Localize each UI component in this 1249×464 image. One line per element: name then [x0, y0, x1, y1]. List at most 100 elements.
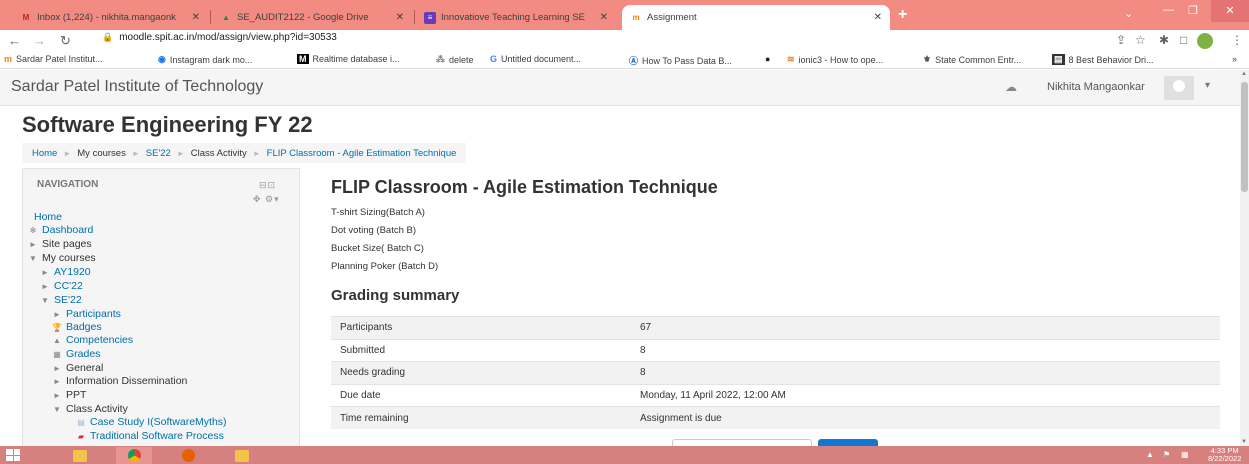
- tray-flag-icon[interactable]: ⚑: [1163, 450, 1170, 459]
- expand-arrow-icon: ►: [53, 363, 61, 373]
- scroll-down-icon[interactable]: ▼: [1241, 439, 1247, 445]
- bookmark-star-icon[interactable]: ☆: [1135, 33, 1146, 47]
- folder-icon: [235, 449, 249, 462]
- tab-google-drive[interactable]: ▲ SE_AUDIT2122 - Google Drive ✕: [212, 5, 412, 30]
- tab-teaching-learning[interactable]: ≡ Innovatiove Teaching Learning SE ✕: [416, 5, 616, 30]
- nav-site-pages[interactable]: ► Site pages: [27, 238, 92, 250]
- bookmark-item[interactable]: ⚜ State Common Entr...: [923, 54, 1021, 65]
- reload-icon[interactable]: ↻: [60, 33, 71, 49]
- close-icon[interactable]: ✕: [600, 12, 608, 23]
- scroll-up-icon[interactable]: ▲: [1241, 71, 1247, 77]
- site-header: Sardar Patel Institute of Technology ☁ N…: [0, 70, 1240, 106]
- back-icon[interactable]: ←: [8, 33, 21, 48]
- tray-chevron-icon[interactable]: ▲: [1146, 450, 1154, 459]
- taskbar-clock[interactable]: 4:33 PM 8/22/2022: [1208, 447, 1241, 463]
- site-name[interactable]: Sardar Patel Institute of Technology: [11, 78, 263, 96]
- bookmark-item[interactable]: m Sardar Patel Institut...: [4, 54, 103, 64]
- maximize-icon[interactable]: ❐: [1188, 4, 1198, 17]
- bookmark-item[interactable]: ●: [765, 54, 774, 64]
- profile-avatar-icon[interactable]: [1197, 33, 1213, 49]
- nav-class-activity[interactable]: ▼ Class Activity: [51, 403, 128, 415]
- start-tile: [13, 455, 20, 461]
- close-icon[interactable]: ✕: [192, 12, 200, 23]
- bookmark-item[interactable]: ≋ ionic3 - How to ope...: [787, 54, 883, 65]
- messages-icon[interactable]: ☁: [1005, 80, 1017, 94]
- breadcrumb-home[interactable]: Home: [32, 148, 57, 159]
- dashboard-icon: ✻: [29, 225, 37, 235]
- bookmark-label: Sardar Patel Institut...: [16, 54, 103, 64]
- forward-icon[interactable]: →: [33, 33, 46, 48]
- bookmark-item[interactable]: ⁂ delete: [436, 54, 474, 65]
- grade-button[interactable]: [818, 439, 878, 446]
- bookmark-item[interactable]: M Realtime database i...: [297, 54, 400, 64]
- taskbar-firefox[interactable]: [170, 447, 206, 464]
- breadcrumb-course[interactable]: SE'22: [146, 148, 171, 159]
- nav-my-courses[interactable]: ▼ My courses: [27, 252, 96, 264]
- nav-item-label: Participants: [66, 308, 121, 320]
- clock-date: 8/22/2022: [1208, 454, 1242, 463]
- file-explorer-icon: [73, 449, 87, 462]
- table-cell-value: 67: [631, 316, 1220, 339]
- nav-general[interactable]: ► General: [51, 362, 103, 374]
- nav-course-cc22[interactable]: ► CC'22: [39, 280, 83, 292]
- nav-badges[interactable]: 🏆 Badges: [51, 321, 102, 333]
- extensions-icon[interactable]: ✱: [1159, 33, 1169, 47]
- nav-course-se22[interactable]: ▼ SE'22: [39, 294, 82, 306]
- table-row: Time remaining Assignment is due: [331, 406, 1220, 429]
- nav-home[interactable]: Home: [34, 211, 62, 223]
- close-icon[interactable]: ✕: [396, 12, 404, 23]
- nav-item-label: PPT: [66, 389, 87, 401]
- side-panel-icon[interactable]: □: [1180, 33, 1187, 47]
- bookmarks-overflow-button[interactable]: »: [1232, 54, 1237, 64]
- intro-line: Planning Poker (Batch D): [331, 261, 439, 272]
- address-bar[interactable]: 🔒 moodle.spit.ac.in/mod/assign/view.php?…: [102, 32, 337, 43]
- close-icon[interactable]: ✕: [874, 12, 882, 23]
- table-cell-value: 8: [631, 361, 1220, 384]
- taskbar-chrome[interactable]: [116, 447, 152, 464]
- view-all-submissions-button[interactable]: [672, 439, 812, 446]
- nav-grades[interactable]: ▦ Grades: [51, 348, 100, 360]
- user-menu-caret-icon[interactable]: ▾: [1205, 80, 1210, 91]
- windows-start-icon[interactable]: [6, 449, 20, 461]
- tab-search-icon[interactable]: ⌄: [1124, 7, 1133, 20]
- nav-traditional-software-process[interactable]: ▰ Traditional Software Process: [75, 430, 224, 442]
- tray-network-icon[interactable]: ▦: [1181, 450, 1189, 459]
- breadcrumb: Home ► My courses ► SE'22 ► Class Activi…: [22, 143, 467, 163]
- breadcrumb-my-courses[interactable]: My courses: [77, 148, 126, 159]
- nav-ppt[interactable]: ► PPT: [51, 389, 86, 401]
- bookmark-label: ionic3 - How to ope...: [798, 54, 884, 65]
- tab-inbox[interactable]: M Inbox (1,224) - nikhita.mangaonk ✕: [12, 5, 208, 30]
- minimize-icon[interactable]: —: [1163, 4, 1174, 16]
- globe-icon: ◉: [158, 54, 166, 64]
- taskbar-folder[interactable]: [224, 447, 260, 464]
- nav-case-study[interactable]: ▤ Case Study I(SoftwareMyths): [75, 416, 226, 428]
- share-icon[interactable]: ⇪: [1116, 33, 1126, 47]
- user-name[interactable]: Nikhita Mangaonkar: [1047, 81, 1145, 93]
- taskbar-file-explorer[interactable]: [62, 447, 98, 464]
- dock-block-icon[interactable]: ⊟⊡: [259, 180, 276, 191]
- new-tab-button[interactable]: +: [898, 6, 907, 24]
- breadcrumb-activity[interactable]: FLIP Classroom - Agile Estimation Techni…: [267, 148, 457, 159]
- nav-course-ay1920[interactable]: ► AY1920: [39, 266, 91, 278]
- avatar[interactable]: [1164, 76, 1194, 100]
- nav-participants[interactable]: ► Participants: [51, 308, 121, 320]
- scrollbar-thumb[interactable]: [1241, 82, 1248, 192]
- browser-menu-icon[interactable]: ⋮: [1231, 33, 1243, 47]
- google-forms-icon: ≡: [424, 11, 436, 24]
- nav-competencies[interactable]: ▲ Competencies: [51, 334, 133, 346]
- tab-assignment[interactable]: m Assignment ✕: [622, 5, 890, 30]
- page-scrollbar[interactable]: ▲ ▼: [1240, 70, 1249, 446]
- intro-line: T-shirt Sizing(Batch A): [331, 207, 425, 218]
- nav-dashboard[interactable]: ✻ Dashboard: [27, 224, 94, 236]
- window-close-button[interactable]: ✕: [1211, 0, 1249, 22]
- move-block-icon[interactable]: ✥ ⚙▾: [253, 194, 280, 205]
- nav-information-dissemination[interactable]: ► Information Dissemination: [51, 375, 187, 387]
- breadcrumb-section[interactable]: Class Activity: [191, 148, 247, 159]
- nav-item-label: Class Activity: [66, 403, 128, 415]
- bookmark-item[interactable]: Ⓐ How To Pass Data B...: [629, 54, 732, 67]
- bookmark-item[interactable]: ◉ Instagram dark mo...: [158, 54, 252, 65]
- bookmark-item[interactable]: G Untitled document...: [490, 54, 581, 64]
- bookmark-label: How To Pass Data B...: [642, 55, 732, 66]
- bookmark-item[interactable]: ▤ 8 Best Behavior Dri...: [1052, 54, 1154, 65]
- breadcrumb-separator-icon: ►: [252, 148, 261, 158]
